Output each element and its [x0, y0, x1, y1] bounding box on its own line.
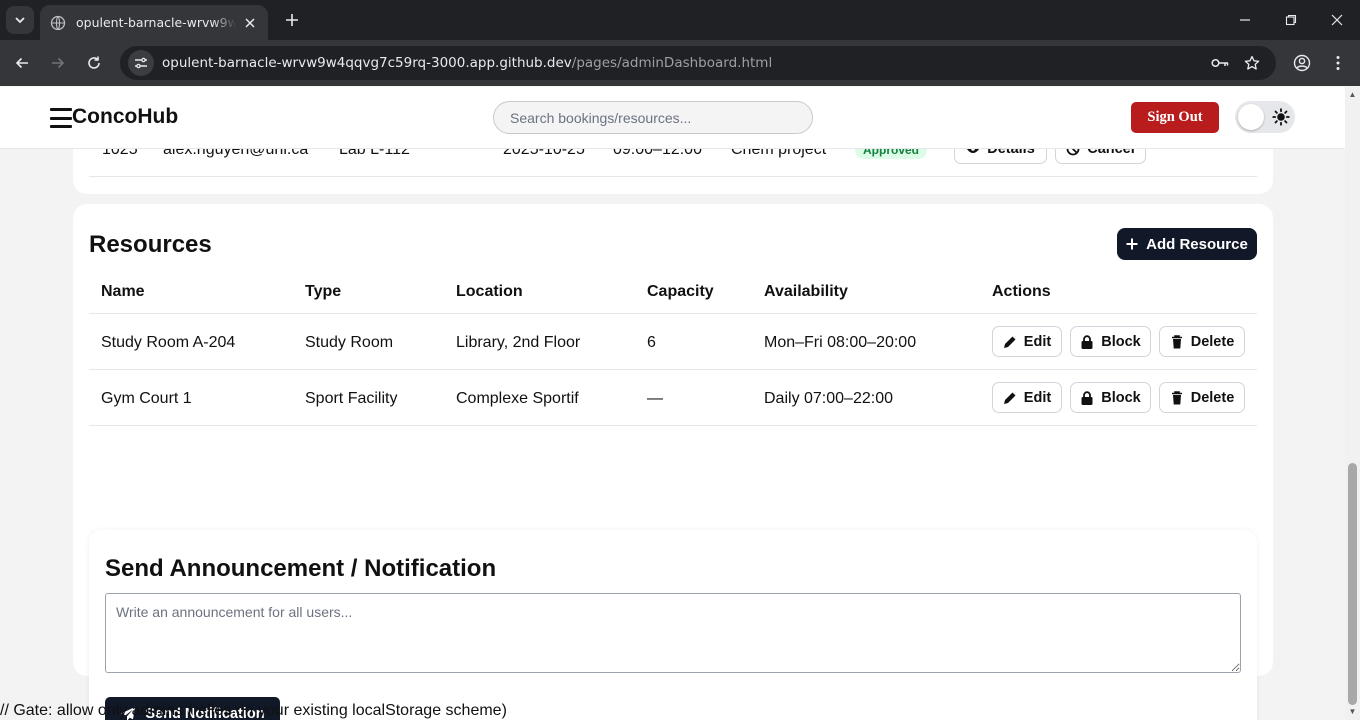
edit-button[interactable]: Edit [992, 382, 1062, 413]
brand-logo[interactable]: ConcoHub [72, 105, 178, 129]
url-path: /pages/adminDashboard.html [571, 55, 773, 71]
sun-icon [1272, 108, 1290, 126]
block-button[interactable]: Block [1070, 326, 1151, 357]
resource-type: Study Room [305, 334, 394, 351]
column-header-name: Name [101, 283, 145, 300]
announcement-textarea[interactable] [105, 593, 1241, 673]
resource-location: Complexe Sportif [456, 390, 579, 407]
column-header-type: Type [305, 283, 342, 300]
scroll-down-arrow-icon[interactable]: ▼ [1348, 707, 1357, 717]
delete-button[interactable]: Delete [1159, 382, 1245, 413]
reload-icon[interactable] [80, 49, 108, 77]
back-arrow-icon[interactable] [8, 49, 36, 77]
resources-card: Resources Add Resource Name Type Locatio… [73, 204, 1273, 720]
browser-menu-icon[interactable] [1324, 49, 1352, 77]
add-resource-button[interactable]: Add Resource [1117, 228, 1257, 260]
browser-tabbar: opulent-barnacle-wrvw9w4qqvg7c59rq-3000.… [0, 0, 1360, 40]
site-info-icon[interactable] [128, 50, 154, 76]
table-header: Name Type Location Capacity Availability… [89, 260, 1257, 314]
resources-title: Resources [89, 231, 212, 258]
block-button[interactable]: Block [1070, 382, 1151, 413]
profile-icon[interactable] [1288, 49, 1316, 77]
bookmark-star-icon[interactable] [1242, 54, 1262, 72]
pencil-icon [1003, 335, 1017, 349]
new-tab-icon[interactable] [280, 8, 304, 32]
tab-title: opulent-barnacle-wrvw9w4qqvg7c59rq-3000.… [76, 15, 236, 30]
browser-toolbar: opulent-barnacle-wrvw9w4qqvg7c59rq-3000.… [0, 40, 1360, 86]
resource-capacity: — [647, 390, 663, 407]
pencil-icon [1003, 391, 1017, 405]
add-resource-label: Add Resource [1146, 235, 1248, 253]
edit-label: Edit [1023, 333, 1052, 350]
tab-search-button[interactable] [6, 6, 34, 34]
edit-label: Edit [1023, 389, 1052, 406]
url-text: opulent-barnacle-wrvw9w4qqvg7c59rq-3000.… [162, 55, 772, 71]
lock-icon [1080, 390, 1094, 405]
browser-tab[interactable]: opulent-barnacle-wrvw9w4qqvg7c59rq-3000.… [40, 5, 268, 40]
plus-icon [1126, 238, 1138, 250]
delete-label: Delete [1190, 333, 1235, 350]
delete-label: Delete [1190, 389, 1235, 406]
url-host: opulent-barnacle-wrvw9w4qqvg7c59rq-3000.… [162, 55, 572, 71]
block-label: Block [1101, 389, 1141, 406]
search-input[interactable] [493, 101, 813, 134]
page-scrollbar[interactable]: ▲ ▼ [1345, 87, 1360, 720]
table-row: Gym Court 1 Sport Facility Complexe Spor… [89, 370, 1257, 426]
column-header-location: Location [456, 283, 523, 300]
resource-location: Library, 2nd Floor [456, 334, 581, 351]
resource-capacity: 6 [647, 334, 656, 351]
close-window-icon[interactable] [1314, 0, 1360, 40]
resource-name: Gym Court 1 [101, 390, 192, 407]
scrollbar-thumb[interactable] [1348, 463, 1357, 705]
minimize-icon[interactable] [1222, 0, 1268, 40]
announcement-card: Send Announcement / Notification Send No… [89, 530, 1257, 720]
lock-icon [1080, 334, 1094, 349]
table-row: Study Room A-204 Study Room Library, 2nd… [89, 314, 1257, 370]
toggle-knob [1238, 104, 1264, 130]
trash-icon [1170, 334, 1184, 349]
theme-toggle[interactable] [1235, 101, 1295, 133]
globe-icon [50, 15, 66, 31]
resource-type: Sport Facility [305, 390, 398, 407]
key-icon[interactable] [1210, 54, 1230, 72]
delete-button[interactable]: Delete [1159, 326, 1245, 357]
sign-out-button[interactable]: Sign Out [1131, 102, 1219, 133]
column-header-capacity: Capacity [647, 283, 714, 300]
resource-availability: Daily 07:00–22:00 [764, 390, 893, 407]
address-bar[interactable]: opulent-barnacle-wrvw9w4qqvg7c59rq-3000.… [120, 46, 1276, 80]
chevron-down-icon [15, 17, 25, 24]
forward-arrow-icon[interactable] [44, 49, 72, 77]
restore-icon[interactable] [1268, 0, 1314, 40]
page-viewport: 1025 alex.nguyen@uni.ca Lab L-112 2025-1… [0, 87, 1345, 720]
resources-table: Name Type Location Capacity Availability… [89, 260, 1257, 426]
site-header: ConcoHub Sign Out [0, 87, 1345, 149]
close-tab-icon[interactable] [242, 15, 258, 31]
column-header-actions: Actions [992, 283, 1051, 300]
resource-availability: Mon–Fri 08:00–20:00 [764, 334, 917, 351]
edit-button[interactable]: Edit [992, 326, 1062, 357]
footer-script-text: // Gate: allow only admins (relies on yo… [0, 702, 507, 719]
announcement-title: Send Announcement / Notification [105, 555, 497, 582]
resource-name: Study Room A-204 [101, 334, 236, 351]
column-header-availability: Availability [764, 283, 848, 300]
trash-icon [1170, 390, 1184, 405]
scroll-up-arrow-icon[interactable]: ▲ [1348, 90, 1357, 100]
block-label: Block [1101, 333, 1141, 350]
hamburger-menu-icon[interactable] [50, 108, 72, 128]
